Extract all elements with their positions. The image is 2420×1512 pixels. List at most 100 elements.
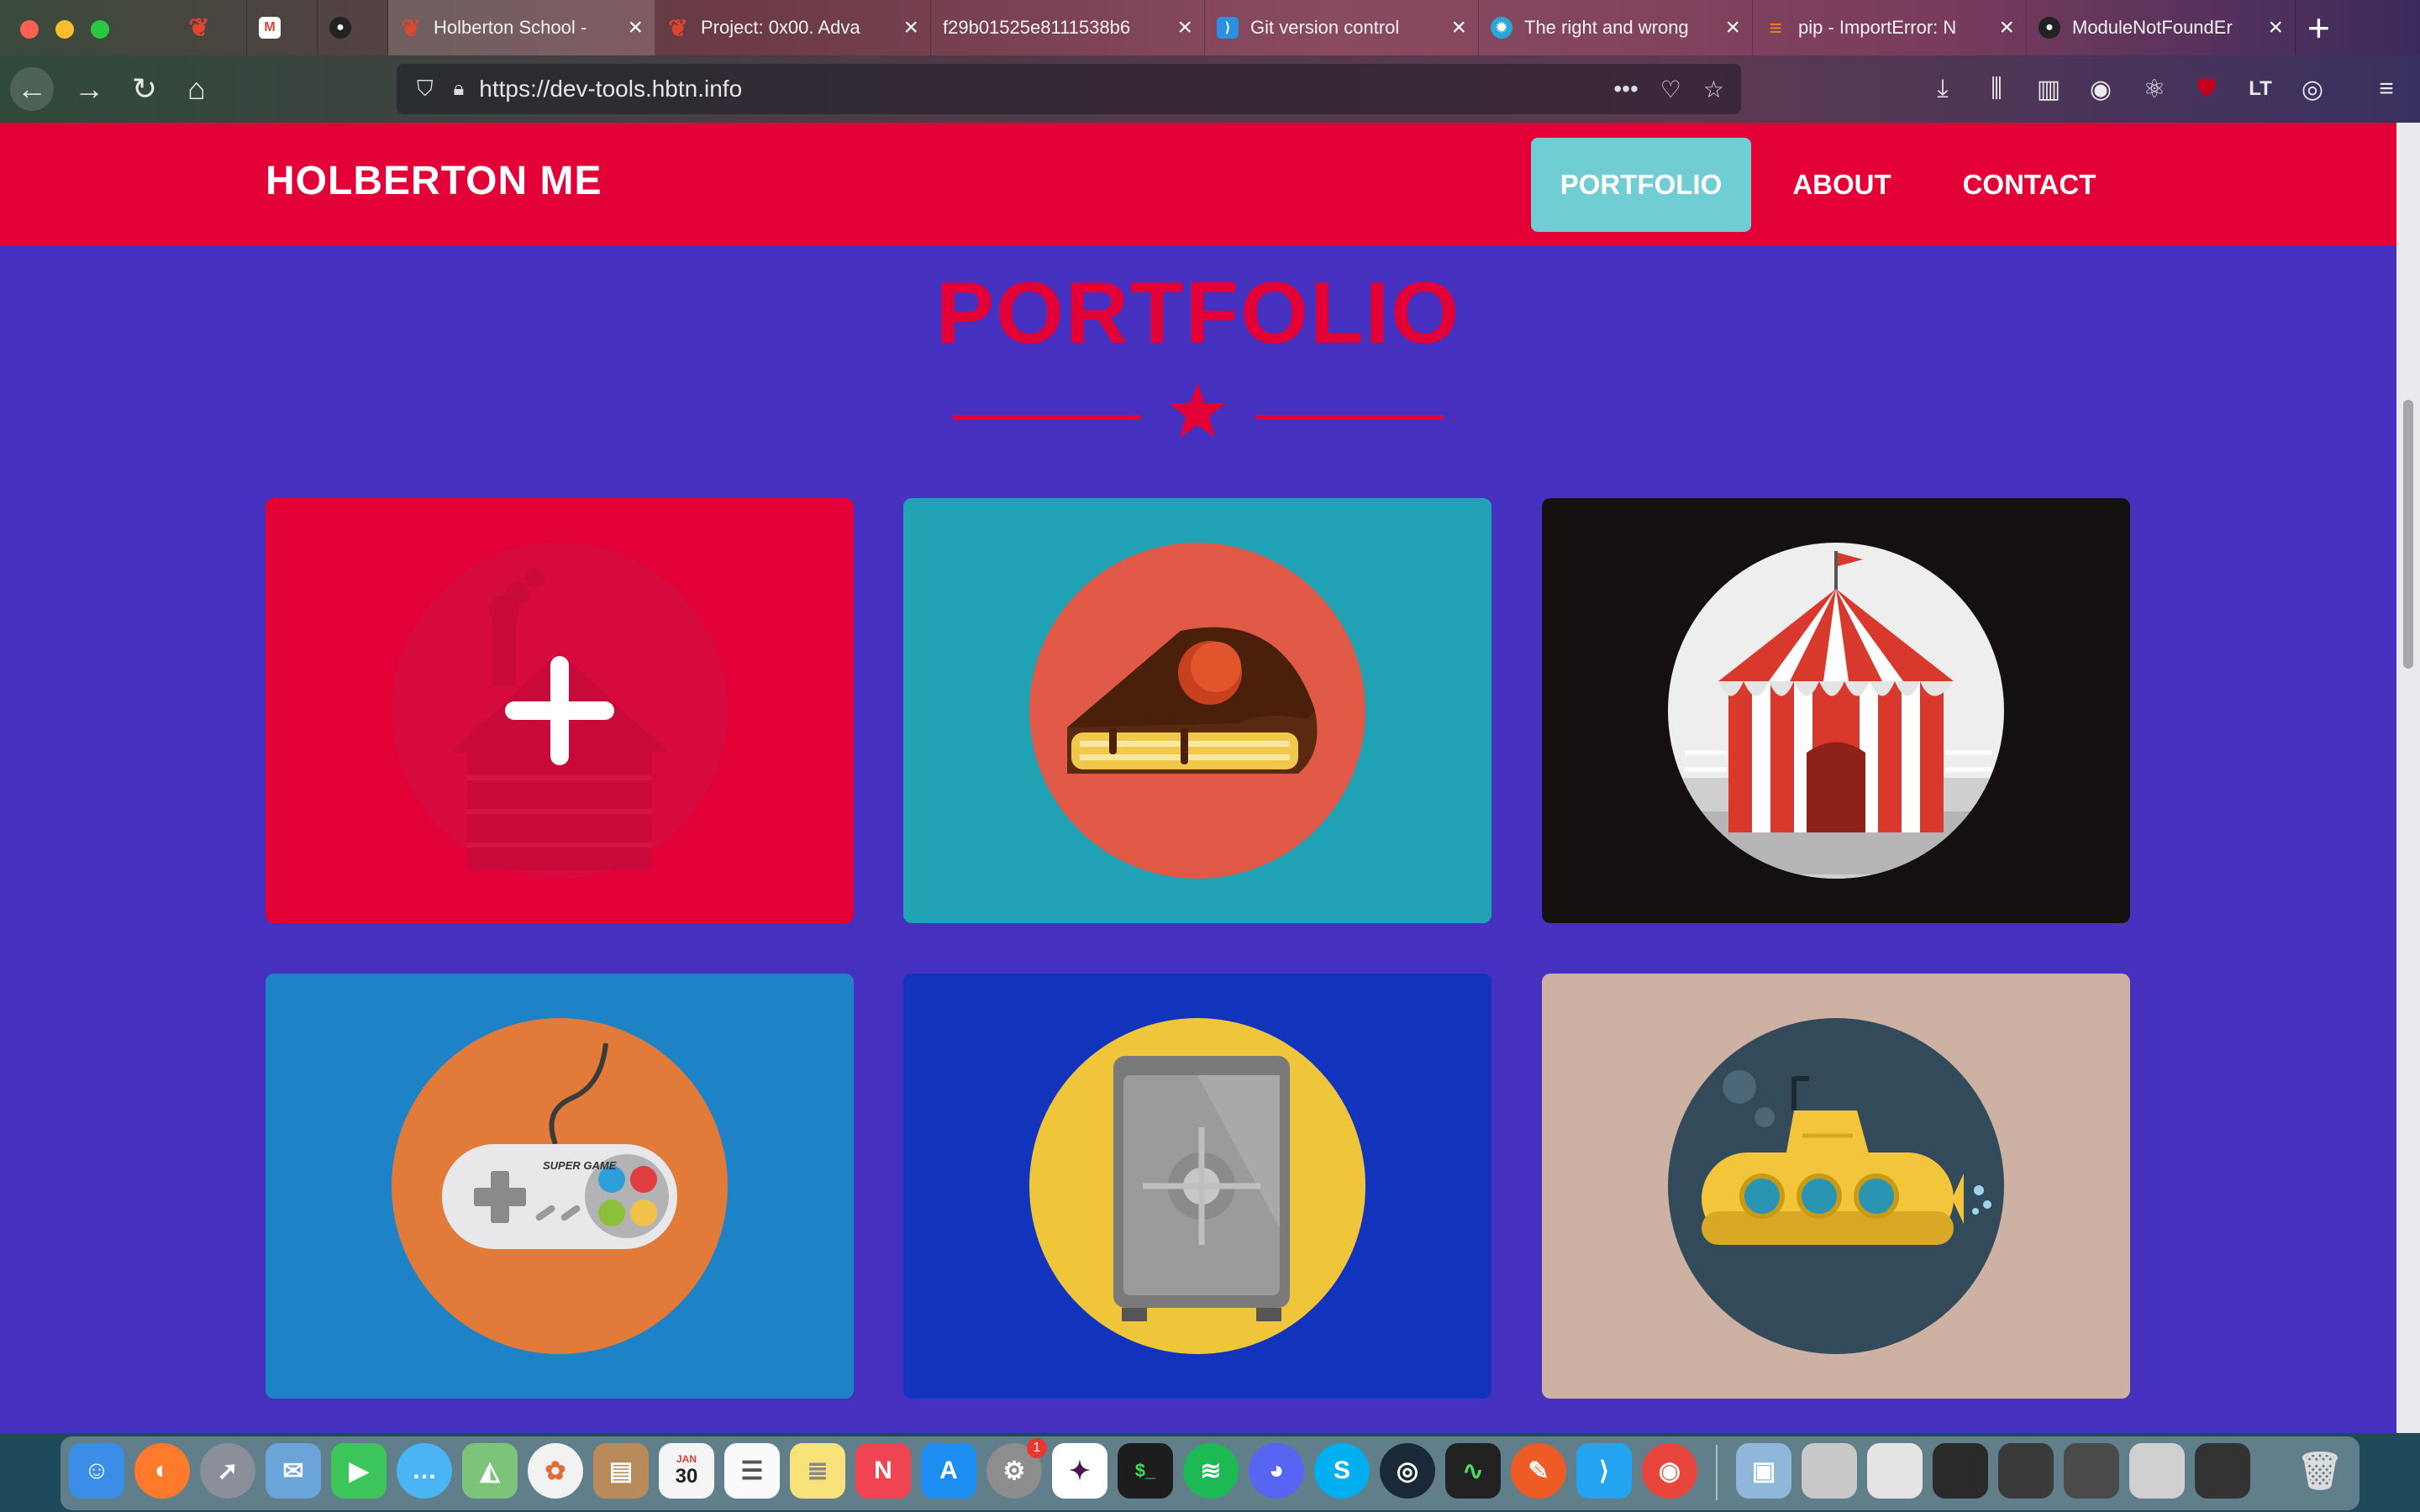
tab-pip-importerror[interactable]: ≡ pip - ImportError: N × — [1753, 0, 2027, 55]
close-tab-icon[interactable]: × — [903, 13, 918, 42]
page-viewport: HOLBERTON ME PORTFOLIO ABOUT CONTACT POR… — [0, 123, 2396, 1433]
gear-icon: ✹ — [1491, 17, 1512, 39]
stackoverflow-icon: ≡ — [1769, 14, 1782, 40]
tab-project[interactable]: ❦ Project: 0x00. Adva × — [655, 0, 931, 55]
divider-right — [1255, 415, 1444, 420]
skype-icon[interactable]: S — [1314, 1443, 1370, 1499]
tab-hash[interactable]: f29b01525e8111538b6 × — [931, 0, 1205, 55]
window-thumbnail-5[interactable] — [2064, 1443, 2119, 1499]
tab-holberton-school[interactable]: ❦ Holberton School - × — [388, 0, 655, 55]
pocket-icon[interactable]: ♡ — [1660, 76, 1681, 103]
holberton-favicon-icon: ❦ — [401, 14, 421, 41]
postman-icon[interactable]: ✎ — [1511, 1443, 1566, 1499]
slack-icon[interactable]: ✦ — [1052, 1443, 1107, 1499]
launchpad-icon[interactable]: ➚ — [200, 1443, 255, 1499]
site-brand[interactable]: HOLBERTON ME — [266, 158, 602, 204]
tab-right-and-wrong[interactable]: ✹ The right and wrong × — [1479, 0, 1753, 55]
finder-icon[interactable]: ☺ — [69, 1443, 124, 1499]
close-tab-icon[interactable]: × — [628, 13, 643, 42]
preview-icon[interactable]: ▣ — [1736, 1443, 1791, 1499]
contacts-icon[interactable]: ▤ — [593, 1443, 649, 1499]
window-thumbnail-3[interactable] — [1933, 1443, 1988, 1499]
page-scrollbar[interactable] — [2396, 123, 2420, 1433]
reminders-icon[interactable]: ☰ — [724, 1443, 780, 1499]
portfolio-card-3[interactable] — [1542, 498, 2130, 923]
close-tab-icon[interactable]: × — [1999, 13, 2014, 42]
close-tab-icon[interactable]: × — [1177, 13, 1192, 42]
notes-icon[interactable]: ≣ — [790, 1443, 845, 1499]
activity-monitor-icon[interactable]: ∿ — [1445, 1443, 1501, 1499]
portfolio-card-4[interactable]: SUPER GAME — [266, 974, 854, 1399]
tab-title: Git version control — [1250, 17, 1400, 38]
window-thumbnail-6[interactable] — [2129, 1443, 2185, 1499]
sidebar-icon[interactable]: ▥ — [2030, 71, 2067, 108]
tab-pinned-github[interactable]: ● — [318, 0, 388, 55]
reload-button[interactable]: ↻ — [123, 67, 166, 111]
tab-modulenotfound[interactable]: ● ModuleNotFoundEr × — [2027, 0, 2296, 55]
extension-icon[interactable]: ◎ — [2294, 71, 2331, 108]
tab-git-version-control[interactable]: ⟩ Git version control × — [1205, 0, 1479, 55]
divider-left — [953, 415, 1141, 420]
library-icon[interactable]: ⫼ — [1978, 71, 2015, 108]
back-button[interactable]: ← — [10, 67, 54, 111]
address-bar[interactable]: ⛉ 🔒︎ https://dev-tools.hbtn.info ••• ♡ ☆ — [397, 64, 1741, 114]
window-thumbnail-7[interactable] — [2195, 1443, 2250, 1499]
new-tab-button[interactable]: + — [2307, 7, 2330, 49]
nav-contact[interactable]: CONTACT — [1933, 138, 2126, 232]
nav-portfolio[interactable]: PORTFOLIO — [1531, 138, 1751, 232]
page-title: PORTFOLIO — [935, 265, 1461, 362]
window-thumbnail-4[interactable] — [1998, 1443, 2054, 1499]
terminal-icon[interactable]: $_ — [1118, 1443, 1173, 1499]
portfolio-card-6[interactable] — [1542, 974, 2130, 1399]
downloads-icon[interactable]: ⤓ — [1924, 71, 1961, 108]
page-actions-icon[interactable]: ••• — [1613, 76, 1638, 102]
steam-icon[interactable]: ◎ — [1380, 1443, 1435, 1499]
forward-button[interactable]: → — [67, 67, 111, 111]
news-icon[interactable]: N — [855, 1443, 911, 1499]
cake-icon — [1029, 543, 1365, 879]
vscode-icon: ⟩ — [1217, 17, 1239, 39]
spotify-icon[interactable]: ≋ — [1183, 1443, 1239, 1499]
languagetool-icon[interactable]: LT — [2242, 71, 2279, 108]
close-tab-icon[interactable]: × — [1451, 13, 1466, 42]
close-window-button[interactable] — [20, 20, 39, 39]
chrome-icon[interactable]: ◉ — [1642, 1443, 1697, 1499]
url-text[interactable]: https://dev-tools.hbtn.info — [479, 76, 742, 102]
tab-title: f29b01525e8111538b6 — [943, 17, 1131, 38]
portfolio-card-2[interactable] — [903, 498, 1491, 923]
maximize-window-button[interactable] — [91, 20, 109, 39]
firefox-icon[interactable]: ◐ — [134, 1443, 190, 1499]
portfolio-card-1[interactable] — [266, 498, 854, 923]
shield-icon[interactable]: ⛉ — [417, 76, 434, 102]
trash-icon[interactable]: 🗑︎ — [2292, 1443, 2348, 1499]
vscode-dock-icon[interactable]: ⟩ — [1576, 1443, 1632, 1499]
lock-icon[interactable]: 🔒︎ — [454, 77, 465, 101]
messages-icon[interactable]: … — [397, 1443, 452, 1499]
portfolio-card-5[interactable] — [903, 974, 1491, 1399]
photos-icon[interactable]: ✿ — [528, 1443, 583, 1499]
window-thumbnail-1[interactable] — [1802, 1443, 1857, 1499]
calendar-icon[interactable]: JAN 30 — [659, 1443, 714, 1499]
window-thumbnail-2[interactable] — [1867, 1443, 1923, 1499]
scrollbar-thumb[interactable] — [2403, 400, 2413, 669]
ublock-icon[interactable]: ⛊ — [2188, 71, 2225, 108]
tab-title: Project: 0x00. Adva — [701, 17, 860, 38]
maps-icon[interactable]: ◭ — [462, 1443, 518, 1499]
minimize-window-button[interactable] — [55, 20, 74, 39]
account-icon[interactable]: ◉ — [2082, 71, 2119, 108]
facetime-icon[interactable]: ▶ — [331, 1443, 387, 1499]
app-store-icon[interactable]: A — [921, 1443, 976, 1499]
plus-icon — [505, 656, 614, 765]
react-devtools-icon[interactable]: ⚛ — [2136, 71, 2173, 108]
close-tab-icon[interactable]: × — [1725, 13, 1740, 42]
bookmark-star-icon[interactable]: ☆ — [1703, 76, 1724, 103]
home-button[interactable]: ⌂ — [175, 67, 218, 111]
discord-icon[interactable]: ◕ — [1249, 1443, 1304, 1499]
tab-pinned-holberton[interactable]: ❦ — [176, 0, 247, 55]
nav-about[interactable]: ABOUT — [1775, 138, 1909, 232]
mail-app-icon[interactable]: ✉ — [266, 1443, 321, 1499]
menu-icon[interactable]: ≡ — [2368, 71, 2405, 108]
site-header: HOLBERTON ME PORTFOLIO ABOUT CONTACT — [0, 123, 2396, 245]
close-tab-icon[interactable]: × — [2268, 13, 2283, 42]
tab-pinned-gmail[interactable]: M — [247, 0, 318, 55]
